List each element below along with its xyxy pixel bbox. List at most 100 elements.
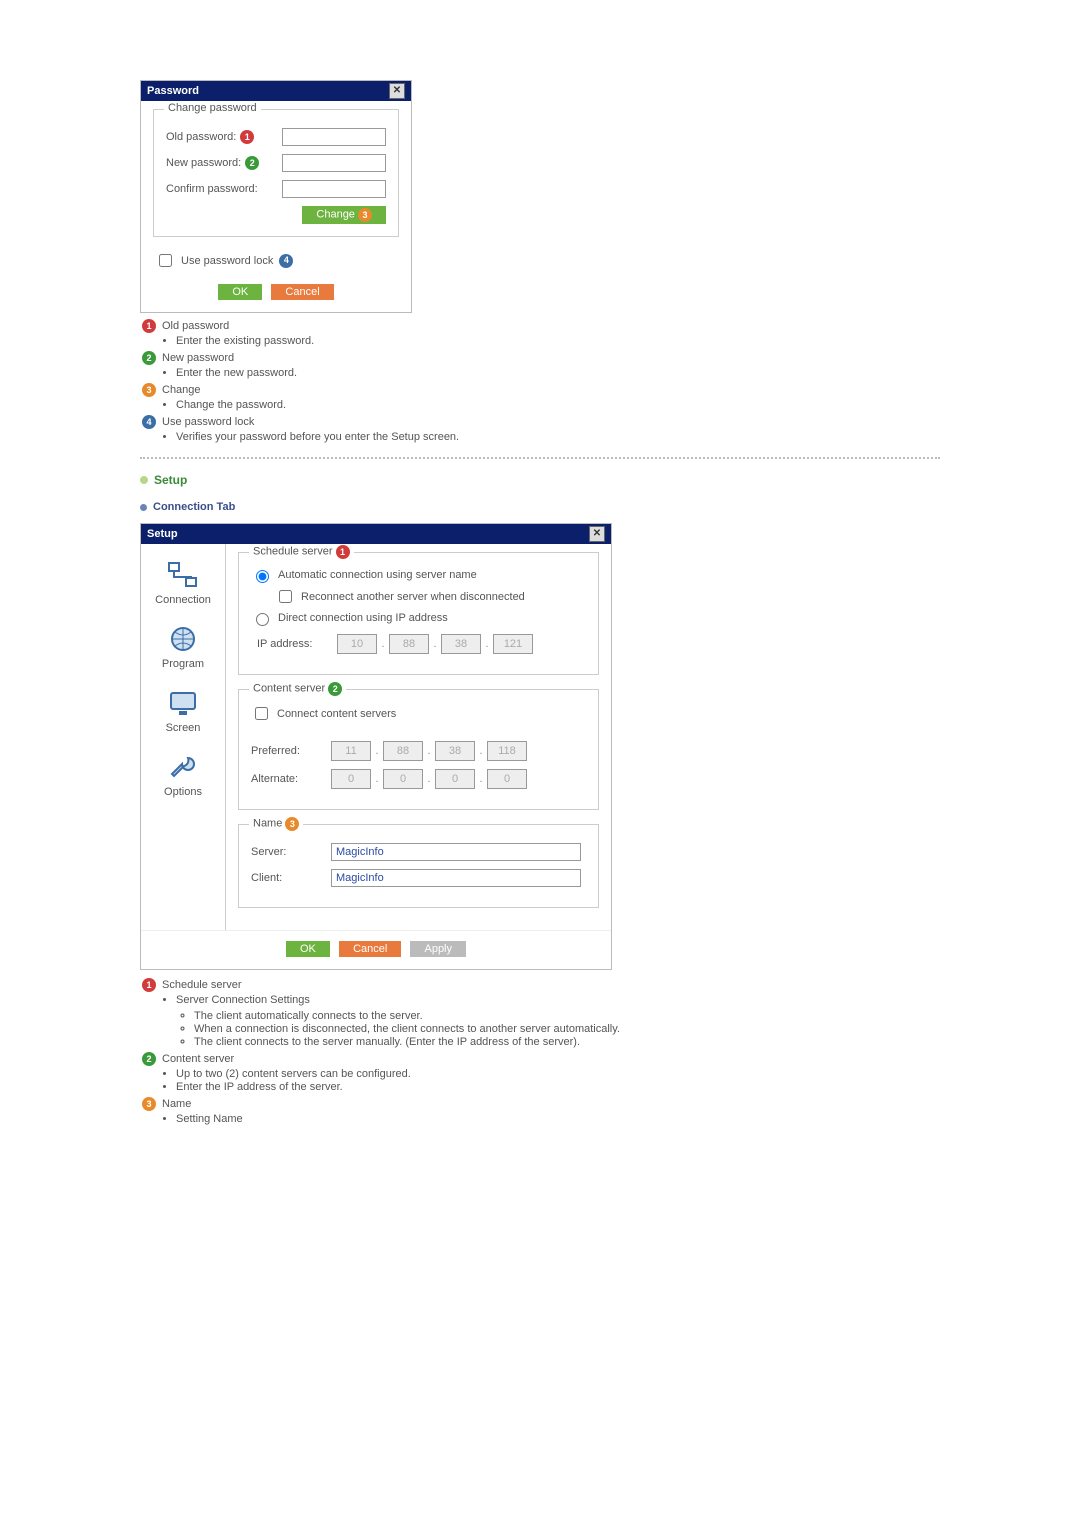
setup-dialog: Setup ✕ Connection Program <box>140 523 612 970</box>
network-icon <box>163 558 203 592</box>
marker-3-icon: 3 <box>285 817 299 831</box>
direct-connect-radio[interactable] <box>256 613 269 626</box>
ip-octet[interactable] <box>441 634 481 654</box>
ip-octet[interactable] <box>435 769 475 789</box>
close-icon[interactable]: ✕ <box>389 83 405 99</box>
ip-octet[interactable] <box>331 741 371 761</box>
desc-bullet: Server Connection Settings <box>176 994 940 1006</box>
password-dialog: Password ✕ Change password Old password:… <box>140 80 412 313</box>
ip-octet[interactable] <box>331 769 371 789</box>
radio-label: Direct connection using IP address <box>278 612 448 624</box>
group-legend: Schedule server 1 <box>249 545 354 559</box>
server-name-label: Server: <box>251 846 331 858</box>
use-password-lock-label: Use password lock <box>181 255 273 267</box>
setup-tabs: Connection Program Screen <box>141 544 226 930</box>
reconnect-checkbox[interactable] <box>279 590 292 603</box>
marker-3-icon: 3 <box>358 208 372 222</box>
setup-description: 1 Schedule server Server Connection Setti… <box>142 978 940 1125</box>
desc-title: Change <box>162 384 201 396</box>
schedule-server-group: Schedule server 1 Automatic connection u… <box>238 552 599 675</box>
tab-label: Options <box>164 786 202 798</box>
desc-sub-bullet: The client automatically connects to the… <box>194 1010 940 1022</box>
connection-tab-heading: Connection Tab <box>140 501 940 513</box>
new-password-label: New password: 2 <box>166 156 282 170</box>
ip-octet[interactable] <box>383 769 423 789</box>
tab-label: Screen <box>166 722 201 734</box>
alternate-label: Alternate: <box>251 773 331 785</box>
desc-bullet: Up to two (2) content servers can be con… <box>176 1068 940 1080</box>
dialog-title: Password <box>147 85 199 97</box>
marker-2-icon: 2 <box>328 682 342 696</box>
radio-label: Automatic connection using server name <box>278 569 477 581</box>
old-password-input[interactable] <box>282 128 386 146</box>
marker-2-icon: 2 <box>142 1052 156 1066</box>
marker-4-icon: 4 <box>279 254 293 268</box>
marker-1-icon: 1 <box>142 978 156 992</box>
desc-sub-bullet: The client connects to the server manual… <box>194 1036 940 1048</box>
desc-bullet: Enter the existing password. <box>176 335 940 347</box>
group-legend: Content server 2 <box>249 682 346 696</box>
password-description: 1Old password Enter the existing passwor… <box>142 319 940 443</box>
desc-title: Content server <box>162 1053 234 1065</box>
globe-icon <box>163 622 203 656</box>
ip-octet[interactable] <box>487 741 527 761</box>
cancel-button[interactable]: Cancel <box>271 284 333 300</box>
confirm-password-label: Confirm password: <box>166 183 282 195</box>
name-group: Name 3 Server: Client: <box>238 824 599 908</box>
ok-button[interactable]: OK <box>286 941 330 957</box>
ip-octet[interactable] <box>383 741 423 761</box>
dialog-titlebar[interactable]: Setup ✕ <box>141 524 611 544</box>
ip-octet[interactable] <box>435 741 475 761</box>
close-icon[interactable]: ✕ <box>589 526 605 542</box>
schedule-ip-input[interactable]: . . . <box>337 634 533 654</box>
confirm-password-input[interactable] <box>282 180 386 198</box>
cancel-button[interactable]: Cancel <box>339 941 401 957</box>
setup-heading: Setup <box>140 473 940 487</box>
desc-title: New password <box>162 352 234 364</box>
marker-3-icon: 3 <box>142 383 156 397</box>
marker-4-icon: 4 <box>142 415 156 429</box>
desc-bullet: Change the password. <box>176 399 940 411</box>
desc-bullet: Enter the IP address of the server. <box>176 1081 940 1093</box>
desc-title: Name <box>162 1098 191 1110</box>
client-name-input[interactable] <box>331 869 581 887</box>
tab-label: Connection <box>155 594 211 606</box>
marker-2-icon: 2 <box>142 351 156 365</box>
tab-options[interactable]: Options <box>141 744 225 808</box>
ip-octet[interactable] <box>487 769 527 789</box>
ip-octet[interactable] <box>337 634 377 654</box>
ip-octet[interactable] <box>389 634 429 654</box>
dialog-title: Setup <box>147 528 178 540</box>
old-password-label: Old password: 1 <box>166 130 282 144</box>
group-legend: Change password <box>164 102 261 114</box>
connect-content-checkbox[interactable] <box>255 707 268 720</box>
desc-title: Schedule server <box>162 979 242 991</box>
apply-button: Apply <box>410 941 466 957</box>
change-button[interactable]: Change 3 <box>302 206 386 224</box>
server-name-input[interactable] <box>331 843 581 861</box>
new-password-input[interactable] <box>282 154 386 172</box>
group-legend: Name 3 <box>249 817 303 831</box>
marker-3-icon: 3 <box>142 1097 156 1111</box>
checkbox-label: Connect content servers <box>277 708 396 720</box>
marker-1-icon: 1 <box>142 319 156 333</box>
client-name-label: Client: <box>251 872 331 884</box>
tab-screen[interactable]: Screen <box>141 680 225 744</box>
tab-label: Program <box>162 658 204 670</box>
auto-connect-radio[interactable] <box>256 570 269 583</box>
ip-address-label: IP address: <box>257 638 337 650</box>
ip-octet[interactable] <box>493 634 533 654</box>
tab-connection[interactable]: Connection <box>141 552 225 616</box>
desc-sub-bullet: When a connection is disconnected, the c… <box>194 1023 940 1035</box>
dialog-titlebar[interactable]: Password ✕ <box>141 81 411 101</box>
desc-bullet: Setting Name <box>176 1113 940 1125</box>
preferred-ip-input[interactable]: . . . <box>331 741 527 761</box>
use-password-lock-checkbox[interactable] <box>159 254 172 267</box>
marker-2-icon: 2 <box>245 156 259 170</box>
monitor-icon <box>163 686 203 720</box>
alternate-ip-input[interactable]: . . . <box>331 769 527 789</box>
tab-program[interactable]: Program <box>141 616 225 680</box>
ok-button[interactable]: OK <box>218 284 262 300</box>
marker-1-icon: 1 <box>336 545 350 559</box>
desc-title: Use password lock <box>162 416 254 428</box>
